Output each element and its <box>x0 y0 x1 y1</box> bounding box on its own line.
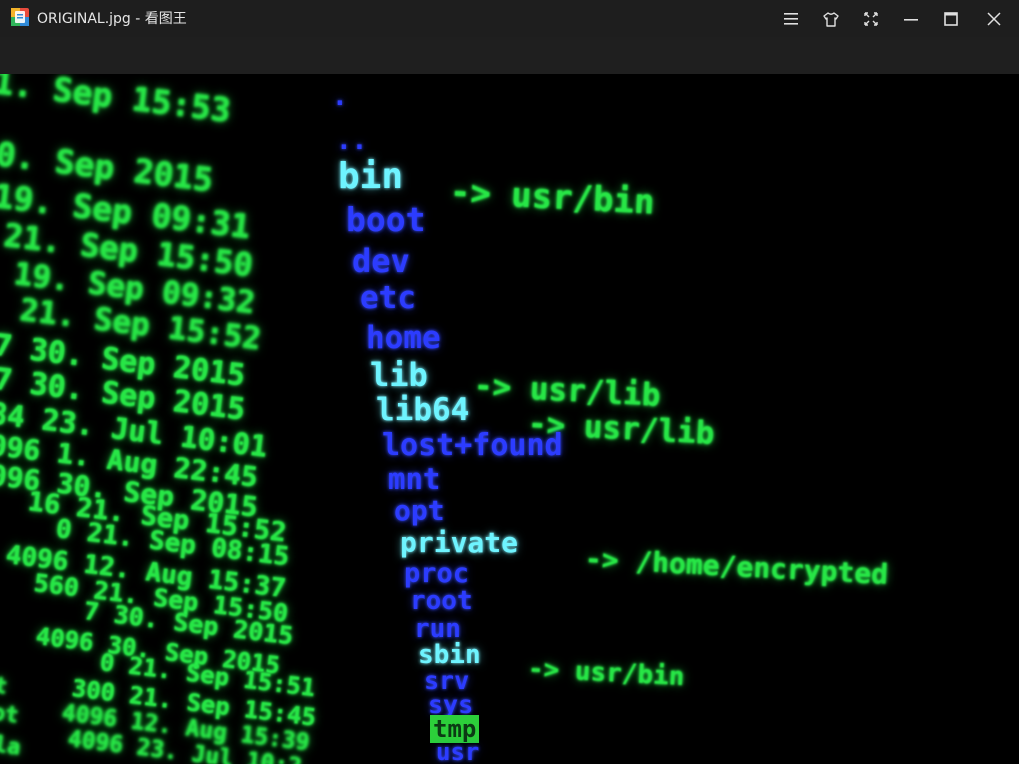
fullscreen-icon[interactable] <box>858 6 884 32</box>
listing-name: lib64 <box>376 392 470 428</box>
listing-name: home <box>366 320 441 356</box>
listing-name: opt <box>394 494 445 527</box>
image-canvas[interactable]: t ot la . .. 1. Sep 15:53 0. Sep 2015 19… <box>0 74 1019 764</box>
listing-meta: 1. Sep 15:53 <box>0 74 234 130</box>
toolbar-strip <box>0 37 1019 74</box>
listing-name: mnt <box>388 462 441 496</box>
listing-name: etc <box>360 280 416 316</box>
listing-fragment: ot <box>0 700 21 729</box>
listing-fragment: la <box>0 732 23 761</box>
minimize-icon[interactable] <box>898 6 924 32</box>
listing-fragment: t <box>0 673 9 700</box>
skin-icon[interactable] <box>818 6 844 32</box>
listing-target: -> usr/lib <box>473 368 662 414</box>
listing-target: -> usr/bin <box>448 172 656 223</box>
listing-name: usr <box>436 738 480 764</box>
listing-name: lost+found <box>382 428 563 463</box>
image-viewer-window: ORIGINAL.jpg - 看图王 t ot la . .. 1. Sep 1… <box>0 0 1019 764</box>
listing-name: private <box>400 526 519 559</box>
listing-name: bin <box>338 156 404 197</box>
listing-name-dot: . <box>332 82 348 112</box>
maximize-icon[interactable] <box>938 6 964 32</box>
app-icon <box>11 8 29 26</box>
listing-name: dev <box>352 242 410 280</box>
listing-target: -> usr/bin <box>527 654 686 693</box>
listing-name: lib <box>370 356 428 394</box>
listing-name: proc <box>404 558 470 589</box>
listing-name: boot <box>346 200 426 239</box>
listing-name: root <box>410 586 473 616</box>
listing-name-dotdot: .. <box>336 126 368 156</box>
listing-target: -> /home/encrypted <box>584 542 889 591</box>
menu-icon[interactable] <box>778 6 804 32</box>
close-icon[interactable] <box>981 6 1007 32</box>
window-title: ORIGINAL.jpg - 看图王 <box>37 11 187 27</box>
title-bar[interactable]: ORIGINAL.jpg - 看图王 <box>0 0 1019 37</box>
